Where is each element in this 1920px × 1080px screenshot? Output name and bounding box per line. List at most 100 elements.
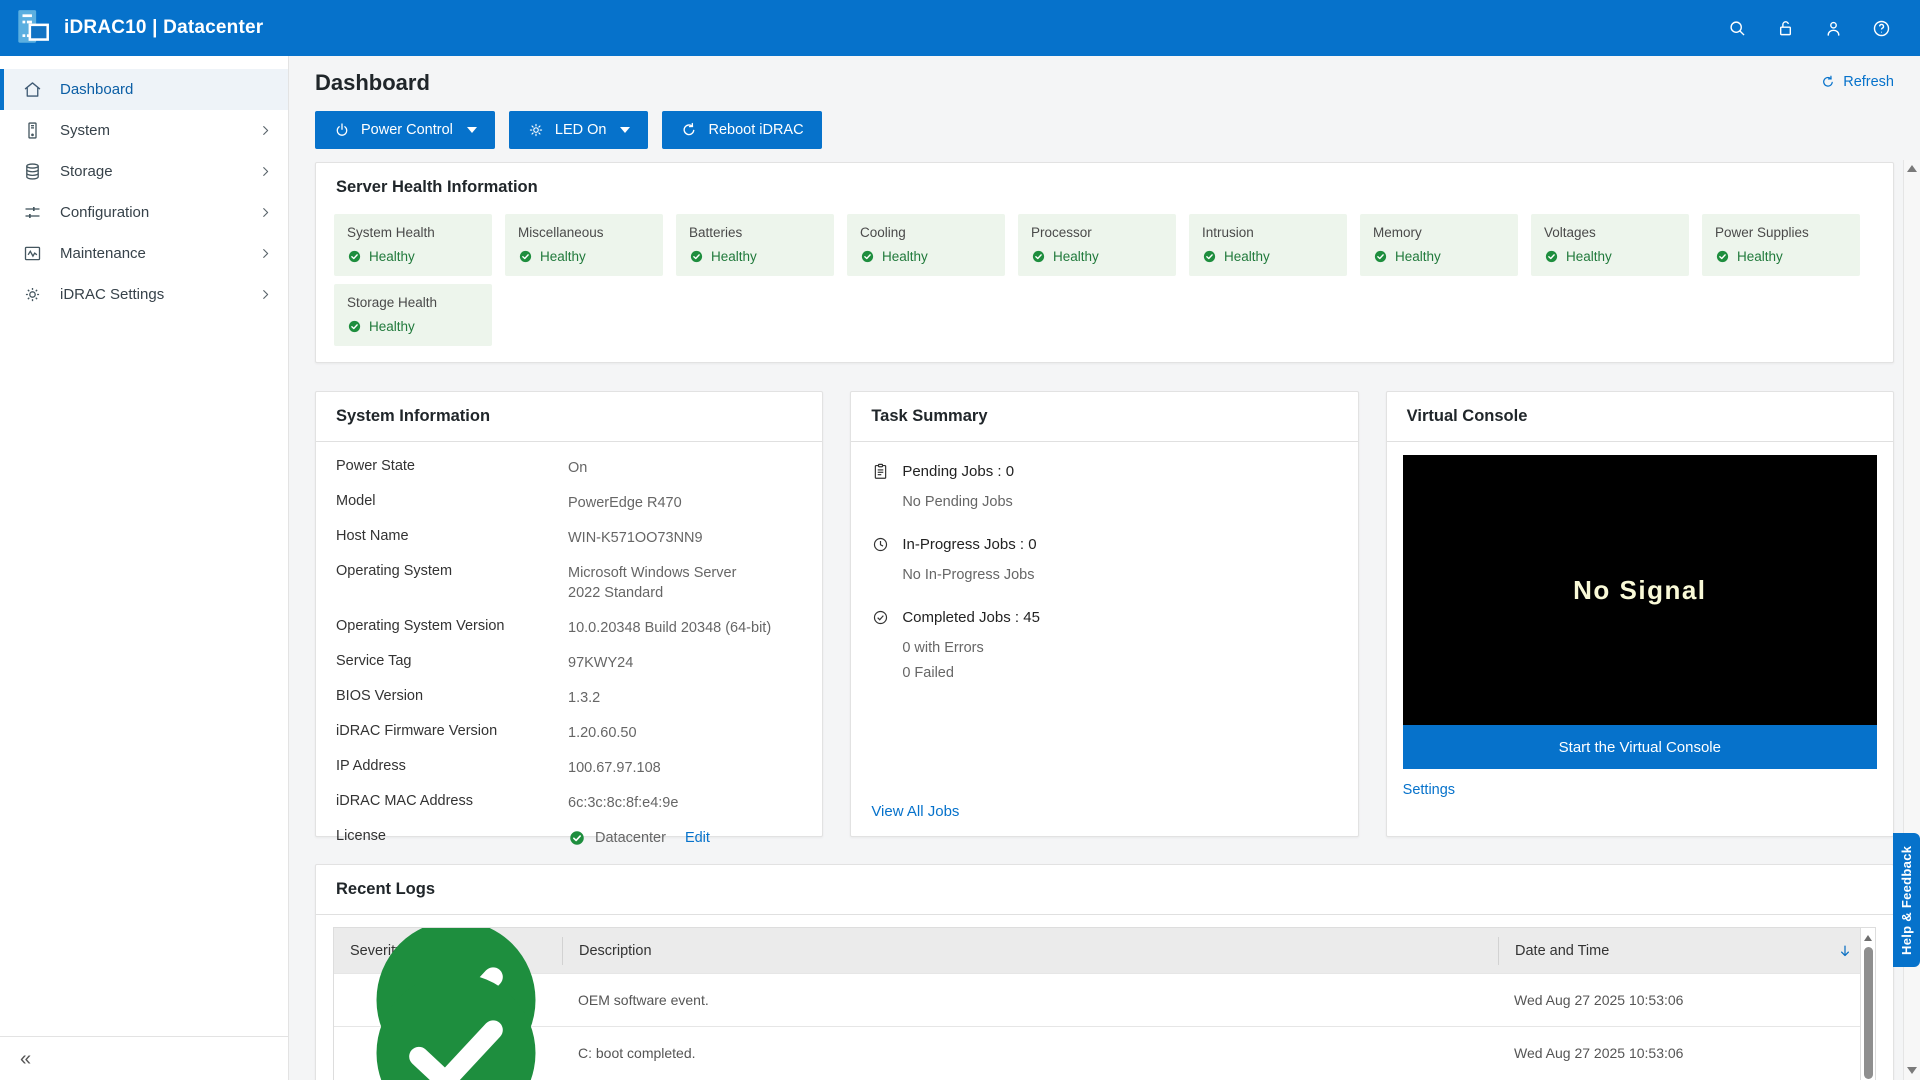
health-tile-storage-health[interactable]: Storage Health Healthy (334, 284, 492, 346)
info-value: 100.67.97.108 (568, 758, 802, 778)
help-feedback-tab[interactable]: Help & Feedback (1893, 833, 1920, 967)
user-icon[interactable] (1823, 18, 1844, 39)
completed-jobs-group: Completed Jobs : 45 0 with Errors 0 Fail… (871, 608, 1337, 681)
scroll-up-arrow-icon[interactable] (1864, 935, 1872, 941)
sidebar-item-label: System (60, 122, 110, 139)
lock-icon[interactable] (1775, 18, 1796, 39)
health-tile-processor[interactable]: Processor Healthy (1018, 214, 1176, 276)
system-information-card: System Information Power StateOn ModelPo… (315, 391, 823, 837)
column-description[interactable]: Description (562, 937, 1498, 965)
health-tile-miscellaneous[interactable]: Miscellaneous Healthy (505, 214, 663, 276)
logs-table-scrollbar[interactable] (1860, 928, 1875, 1080)
info-value: 97KWY24 (568, 653, 802, 673)
health-tile-power-supplies[interactable]: Power Supplies Healthy (1702, 214, 1860, 276)
power-icon (333, 121, 351, 139)
led-on-button[interactable]: LED On (509, 111, 649, 149)
info-label: BIOS Version (336, 688, 568, 708)
home-icon (22, 79, 43, 100)
scrollbar-thumb[interactable] (1864, 947, 1873, 1079)
sidebar-item-label: Storage (60, 163, 113, 180)
sidebar-footer: « (0, 1036, 288, 1080)
clock-icon (871, 535, 890, 554)
info-value: PowerEdge R470 (568, 493, 802, 513)
virtual-console-card: Virtual Console No Signal Start the Virt… (1386, 391, 1894, 837)
healthy-check-icon (860, 249, 875, 264)
info-label: Service Tag (336, 653, 568, 673)
no-in-progress-jobs-text: No In-Progress Jobs (902, 567, 1337, 583)
recent-logs-table: Severity Description Date and Time OEM s… (333, 927, 1876, 1080)
clipboard-icon (871, 462, 890, 481)
sidebar-item-configuration[interactable]: Configuration (0, 192, 288, 233)
healthy-check-icon (347, 249, 362, 264)
info-label: Model (336, 493, 568, 513)
task-summary-title: Task Summary (851, 392, 1357, 442)
start-virtual-console-button[interactable]: Start the Virtual Console (1403, 725, 1877, 769)
sliders-icon (22, 202, 43, 223)
search-icon[interactable] (1727, 18, 1748, 39)
log-datetime: Wed Aug 27 2025 10:53:06 (1498, 992, 1860, 1008)
scroll-up-arrow-icon[interactable] (1907, 165, 1917, 172)
refresh-link[interactable]: Refresh (1820, 74, 1894, 90)
health-tile-batteries[interactable]: Batteries Healthy (676, 214, 834, 276)
reboot-icon (680, 121, 698, 139)
pending-jobs-group: Pending Jobs : 0 No Pending Jobs (871, 462, 1337, 510)
sidebar-item-label: Maintenance (60, 245, 146, 262)
sidebar-item-dashboard[interactable]: Dashboard (0, 69, 288, 110)
healthy-check-icon (1715, 249, 1730, 264)
gear-icon (22, 284, 43, 305)
license-edit-link[interactable]: Edit (685, 828, 710, 848)
sort-descending-icon[interactable] (1836, 942, 1854, 960)
chevron-right-icon (257, 204, 274, 221)
power-control-button[interactable]: Power Control (315, 111, 495, 149)
check-circle-icon (871, 608, 890, 627)
info-value: 1.20.60.50 (568, 723, 802, 743)
reboot-idrac-button[interactable]: Reboot iDRAC (662, 111, 821, 149)
log-datetime: Wed Aug 27 2025 10:53:06 (1498, 1045, 1860, 1061)
chevron-right-icon (257, 286, 274, 303)
database-icon (22, 161, 43, 182)
healthy-check-icon (518, 249, 533, 264)
in-progress-jobs-count: In-Progress Jobs : 0 (902, 536, 1036, 553)
scroll-down-arrow-icon[interactable] (1907, 1067, 1917, 1074)
sidebar: Dashboard System Storage Configuration M… (0, 56, 289, 1080)
sidebar-item-label: Configuration (60, 204, 149, 221)
task-summary-card: Task Summary Pending Jobs : 0 No Pending… (850, 391, 1358, 837)
completed-jobs-count: Completed Jobs : 45 (902, 609, 1040, 626)
app-title: iDRAC10 | Datacenter (64, 17, 263, 39)
caret-down-icon (620, 127, 630, 133)
info-value: WIN-K571OO73NN9 (568, 528, 802, 548)
sidebar-item-idrac-settings[interactable]: iDRAC Settings (0, 274, 288, 315)
sidebar-item-label: iDRAC Settings (60, 286, 164, 303)
no-pending-jobs-text: No Pending Jobs (902, 494, 1337, 510)
log-description: C: boot completed. (562, 1045, 1498, 1061)
with-errors-text: 0 with Errors (902, 640, 1337, 656)
app-header: iDRAC10 | Datacenter (0, 0, 1920, 56)
info-value: 6c:3c:8c:8f:e4:9e (568, 793, 802, 813)
license-value: Datacenter (595, 828, 666, 848)
page-title: Dashboard (315, 70, 430, 96)
sidebar-item-storage[interactable]: Storage (0, 151, 288, 192)
info-label: iDRAC Firmware Version (336, 723, 568, 743)
console-preview-screen: No Signal (1403, 455, 1877, 725)
info-label: Host Name (336, 528, 568, 548)
health-tile-system-health[interactable]: System Health Healthy (334, 214, 492, 276)
log-row: C: boot completed. Wed Aug 27 2025 10:53… (334, 1026, 1875, 1079)
health-tile-intrusion[interactable]: Intrusion Healthy (1189, 214, 1347, 276)
virtual-console-settings-link[interactable]: Settings (1403, 782, 1455, 798)
view-all-jobs-link[interactable]: View All Jobs (871, 803, 1337, 820)
health-tile-cooling[interactable]: Cooling Healthy (847, 214, 1005, 276)
logs-table-header: Severity Description Date and Time (334, 928, 1875, 973)
in-progress-jobs-group: In-Progress Jobs : 0 No In-Progress Jobs (871, 535, 1337, 583)
info-value: On (568, 458, 802, 478)
main-content: Dashboard Refresh Power Control LED On R… (289, 56, 1920, 1080)
health-tile-memory[interactable]: Memory Healthy (1360, 214, 1518, 276)
help-icon[interactable] (1871, 18, 1892, 39)
sidebar-item-maintenance[interactable]: Maintenance (0, 233, 288, 274)
healthy-check-icon (1031, 249, 1046, 264)
sidebar-item-system[interactable]: System (0, 110, 288, 151)
sidebar-item-label: Dashboard (60, 81, 133, 98)
collapse-sidebar-button[interactable]: « (20, 1049, 31, 1069)
column-date-time[interactable]: Date and Time (1498, 937, 1860, 965)
health-tile-voltages[interactable]: Voltages Healthy (1531, 214, 1689, 276)
no-signal-text: No Signal (1573, 575, 1706, 606)
